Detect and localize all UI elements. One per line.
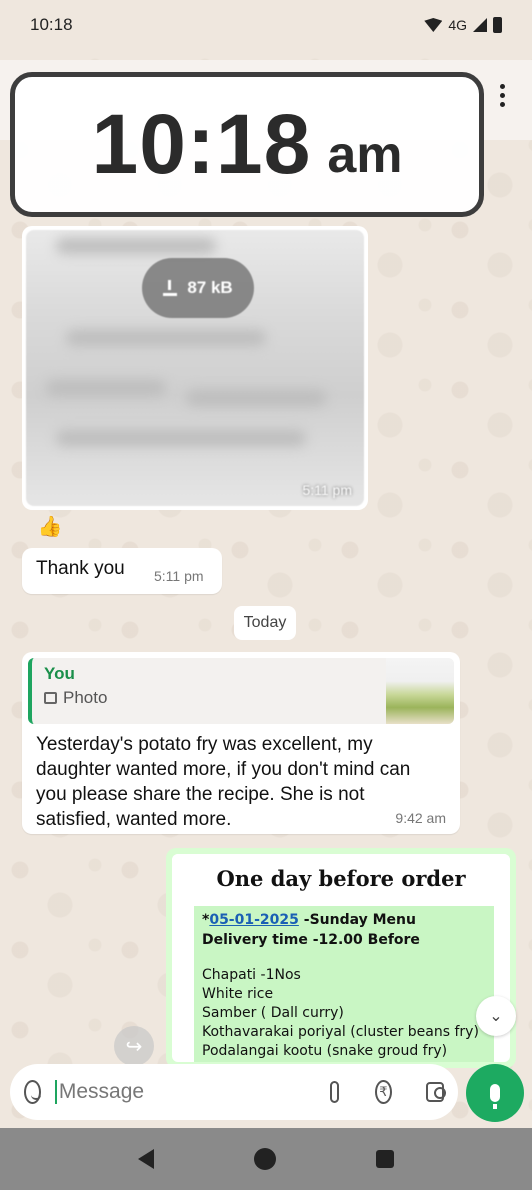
menu-date-link[interactable]: 05-01-2025	[209, 912, 299, 928]
message-text: Yesterday's potato fry was excellent, my…	[36, 734, 411, 830]
menu-item: Chapati -1Nos	[202, 967, 301, 983]
home-icon[interactable]	[254, 1148, 276, 1170]
clock-time: 10:18	[91, 97, 312, 191]
camera-icon[interactable]	[425, 1082, 447, 1102]
menu-delivery: Delivery time -12.00 Before	[202, 932, 420, 948]
mic-icon	[490, 1084, 500, 1109]
menu-item: White rice	[202, 986, 274, 1002]
quote-author: You	[44, 664, 75, 683]
back-icon[interactable]	[138, 1149, 154, 1169]
quoted-message[interactable]: You Photo	[28, 658, 454, 724]
network-label: 4G	[448, 17, 467, 33]
signal-icon	[473, 18, 487, 32]
status-bar: 10:18 4G	[0, 0, 532, 50]
outgoing-image-message[interactable]: One day before order *05-01-2025 -Sunday…	[166, 848, 516, 1068]
reply-message[interactable]: You Photo Yesterday's potato fry was exc…	[22, 652, 460, 834]
wifi-icon	[424, 18, 443, 32]
file-size: 87 kB	[187, 278, 233, 297]
menu-header-text: One day before order	[216, 865, 466, 891]
quote-thumbnail	[386, 658, 454, 724]
blurred-image[interactable]: 87 kB 5:11 pm	[26, 230, 364, 506]
forward-icon[interactable]: ↪	[114, 1026, 154, 1066]
image-message[interactable]: 87 kB 5:11 pm	[22, 226, 368, 510]
download-icon	[163, 280, 178, 296]
rupee-icon[interactable]: ₹	[375, 1080, 392, 1104]
scroll-down-icon[interactable]: ⌄	[476, 996, 516, 1036]
message-time: 9:42 am	[395, 810, 446, 826]
menu-body: *05-01-2025 -Sunday Menu Delivery time -…	[194, 906, 494, 1062]
clock-ampm: am	[327, 125, 403, 184]
message-time: 5:11 pm	[154, 568, 204, 584]
paperclip-icon[interactable]	[329, 1081, 339, 1103]
quote-type-label: Photo	[63, 688, 108, 707]
emoji-icon[interactable]	[24, 1080, 41, 1104]
more-options-icon[interactable]	[496, 84, 508, 107]
message-time: 5:11 pm	[302, 482, 352, 498]
menu-date-line: *05-01-2025 -Sunday Menu	[202, 912, 486, 928]
battery-icon	[493, 17, 502, 33]
recents-icon[interactable]	[376, 1150, 394, 1168]
date-divider: Today	[234, 606, 296, 640]
menu-image[interactable]: One day before order *05-01-2025 -Sunday…	[172, 854, 510, 1062]
menu-item: Podalangai kootu (snake groud fry)	[202, 1043, 448, 1059]
mic-button[interactable]	[466, 1064, 524, 1122]
photo-icon	[44, 692, 57, 704]
menu-day-label: -Sunday Menu	[298, 912, 416, 928]
menu-item: Samber ( Dall curry)	[202, 1005, 344, 1021]
system-nav-bar	[0, 1128, 532, 1190]
menu-item: Kothavarakai poriyal (cluster beans fry)	[202, 1024, 479, 1040]
message-text: Thank you	[36, 558, 125, 579]
clock-overlay: 10:18 am	[10, 72, 484, 217]
message-input[interactable]	[54, 1080, 330, 1104]
download-button[interactable]: 87 kB	[142, 258, 254, 318]
incoming-message[interactable]: Thank you 5:11 pm	[22, 548, 222, 594]
message-input-bar[interactable]: ₹	[10, 1064, 458, 1120]
quote-type: Photo	[44, 688, 442, 708]
menu-header: One day before order	[172, 854, 510, 902]
status-time: 10:18	[30, 15, 73, 34]
status-icons: 4G	[424, 17, 502, 33]
reaction-thumbs-up-icon[interactable]: 👍	[36, 512, 64, 540]
menu-items: Chapati -1Nos White rice Samber ( Dall c…	[202, 966, 486, 1061]
